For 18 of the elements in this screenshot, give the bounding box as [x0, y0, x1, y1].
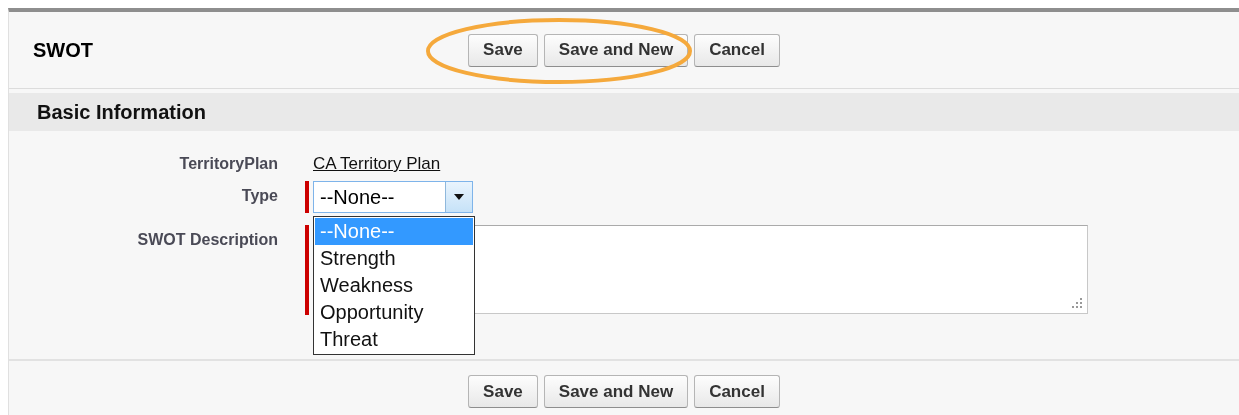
dropdown-option[interactable]: Weakness	[315, 272, 473, 299]
type-select[interactable]: --None--	[313, 181, 473, 213]
resize-grip-icon[interactable]	[1072, 298, 1082, 308]
form-button[interactable]: Save and New	[543, 375, 689, 408]
form-button[interactable]: Cancel	[694, 33, 780, 67]
field-label: TerritoryPlan	[179, 155, 278, 172]
form-button[interactable]: Cancel	[694, 375, 780, 408]
section-title: Basic Information	[37, 100, 206, 124]
dropdown-option[interactable]: Threat	[315, 326, 473, 353]
form-button[interactable]: Save	[468, 33, 538, 67]
record-link[interactable]: CA Territory Plan	[313, 154, 441, 173]
field-label: Type	[241, 187, 278, 204]
dropdown-option[interactable]: Strength	[315, 245, 473, 272]
dropdown-option[interactable]: Opportunity	[315, 299, 473, 326]
form-button[interactable]: Save	[468, 375, 538, 408]
page-title: SWOT	[32, 38, 93, 62]
field-label: SWOT Description	[137, 231, 278, 248]
form-button[interactable]: Save and New	[543, 33, 689, 67]
